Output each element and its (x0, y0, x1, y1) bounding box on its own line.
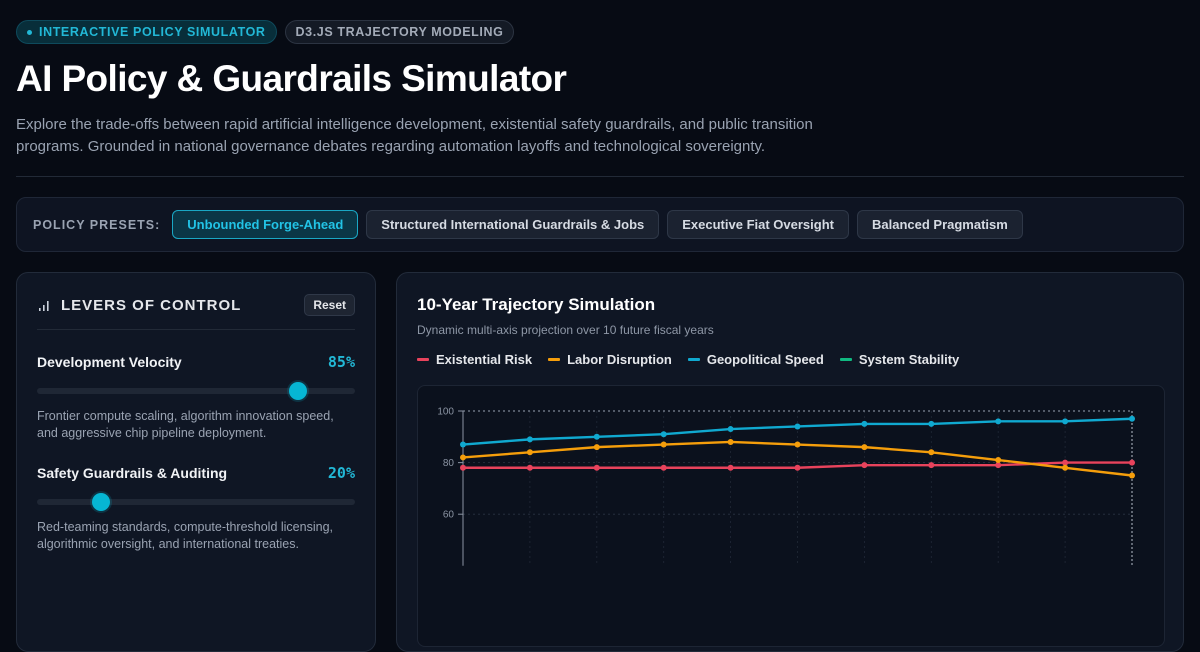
legend-swatch (687, 358, 700, 361)
page-description: Explore the trade-offs between rapid art… (16, 116, 813, 155)
chart-subtitle: Dynamic multi-axis projection over 10 fu… (417, 323, 714, 337)
y-tick-label: 60 (443, 510, 455, 521)
lever-safety-guardrails: Safety Guardrails & Auditing 20% Red-tea… (37, 464, 355, 553)
data-point (1062, 464, 1069, 471)
trajectory-panel: 10-Year Trajectory Simulation Dynamic mu… (396, 272, 1184, 652)
levers-title: LEVERS OF CONTROL (61, 296, 242, 314)
legend-item: Existential Risk (417, 352, 532, 367)
status-dot-icon (27, 29, 32, 35)
legend-label: Geopolitical Speed (706, 352, 824, 367)
data-point (727, 438, 734, 445)
data-point (526, 436, 533, 443)
data-point (593, 464, 600, 471)
legend-swatch (417, 358, 429, 361)
legend-item: System Stability (839, 352, 960, 367)
data-point (1062, 459, 1069, 466)
data-point (460, 441, 466, 448)
lever-value: 85% (327, 353, 355, 371)
data-point (727, 464, 734, 471)
lever-description: Frontier compute scaling, algorithm inno… (37, 409, 334, 440)
signal-bars-icon (39, 301, 49, 311)
data-point (727, 426, 734, 433)
safety-guardrails-slider[interactable] (37, 493, 355, 511)
legend-item: Labor Disruption (548, 352, 672, 367)
reset-button[interactable]: Reset (304, 294, 355, 316)
page-title: AI Policy & Guardrails Simulator (16, 58, 567, 99)
data-point (1129, 415, 1135, 422)
legend-swatch (839, 358, 852, 361)
data-point (794, 423, 801, 430)
data-point (861, 420, 868, 427)
lever-description: Red-teaming standards, compute-threshold… (37, 520, 333, 551)
y-tick-label: 80 (443, 458, 455, 469)
levers-panel: LEVERS OF CONTROL Reset Development Velo… (16, 272, 376, 652)
data-point (460, 464, 466, 471)
data-point (861, 462, 868, 469)
modeling-badge: D3.JS TRAJECTORY MODELING (284, 20, 515, 44)
data-point (593, 444, 600, 451)
data-point (995, 462, 1002, 469)
levers-header: LEVERS OF CONTROL Reset (37, 293, 355, 317)
data-point (660, 464, 667, 471)
lever-development-velocity: Development Velocity 85% Frontier comput… (37, 353, 355, 442)
header-divider (16, 176, 1184, 177)
data-point (526, 449, 533, 456)
chart-title: 10-Year Trajectory Simulation (417, 295, 656, 314)
data-point (660, 431, 667, 438)
legend-label: Labor Disruption (567, 352, 672, 367)
levers-divider (37, 329, 355, 330)
data-point (1129, 459, 1135, 466)
legend-label: System Stability (858, 352, 960, 367)
slider-thumb[interactable] (91, 493, 110, 511)
policy-presets-bar: POLICY PRESETS: Unbounded Forge-Ahead St… (16, 197, 1184, 252)
data-point (593, 433, 600, 440)
development-velocity-slider[interactable] (37, 382, 355, 400)
data-point (1062, 418, 1069, 425)
data-point (460, 454, 466, 461)
legend-label: Existential Risk (436, 352, 533, 367)
data-point (861, 444, 868, 451)
chart-area: 100 80 60 (417, 385, 1165, 647)
lever-name: Safety Guardrails & Auditing (37, 465, 228, 481)
data-point (794, 441, 801, 448)
preset-executive-fiat-oversight[interactable]: Executive Fiat Oversight (667, 210, 849, 239)
legend-swatch (548, 358, 561, 361)
data-point (1129, 472, 1135, 479)
lever-name: Development Velocity (37, 354, 182, 370)
presets-label: POLICY PRESETS: (33, 217, 161, 232)
simulator-badge: INTERACTIVE POLICY SIMULATOR (16, 20, 277, 44)
data-point (794, 464, 801, 471)
legend-item: Geopolitical Speed (687, 352, 824, 367)
trajectory-chart: 100 80 60 (437, 407, 1135, 566)
data-point (928, 462, 935, 469)
modeling-badge-label: D3.JS TRAJECTORY MODELING (295, 25, 504, 39)
preset-structured-international-guardrails[interactable]: Structured International Guardrails & Jo… (366, 210, 660, 239)
y-tick-label: 100 (437, 407, 454, 418)
lever-row: Development Velocity 85% (37, 353, 355, 371)
lever-value: 20% (327, 464, 355, 482)
levers-title-wrap: LEVERS OF CONTROL (37, 297, 241, 314)
lever-row: Safety Guardrails & Auditing 20% (37, 464, 355, 482)
slider-thumb[interactable] (288, 382, 307, 400)
data-point (928, 420, 935, 427)
data-point (526, 464, 533, 471)
data-point (995, 418, 1002, 425)
preset-unbounded-forge-ahead[interactable]: Unbounded Forge-Ahead (172, 210, 359, 239)
preset-balanced-pragmatism[interactable]: Balanced Pragmatism (856, 210, 1023, 239)
chart-legend: Existential Risk Labor Disruption Geopolit… (417, 352, 1163, 367)
data-point (995, 457, 1002, 464)
data-point (928, 449, 935, 456)
header-badges: INTERACTIVE POLICY SIMULATOR D3.JS TRAJE… (16, 20, 515, 44)
data-point (660, 441, 667, 448)
simulator-badge-label: INTERACTIVE POLICY SIMULATOR (39, 25, 266, 39)
